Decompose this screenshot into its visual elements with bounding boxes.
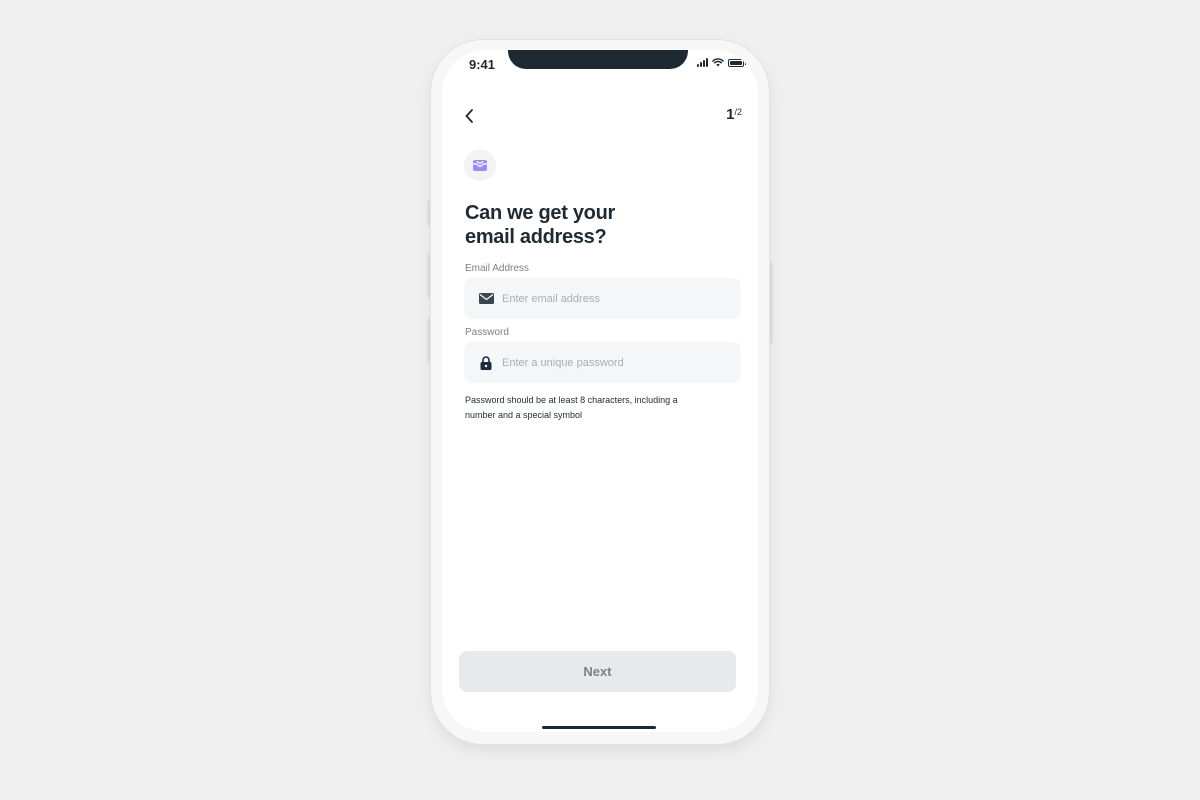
password-field[interactable] [464, 342, 741, 383]
email-label: Email Address [465, 263, 529, 274]
step-indicator: 1 /2 [726, 106, 742, 123]
mockup-stage: 9:41 1 /2 Can we get your email address?… [0, 0, 1200, 800]
password-hint-line1: Password should be at least 8 characters… [465, 395, 678, 405]
phone-notch [508, 50, 688, 69]
phone-mute-switch [427, 200, 430, 226]
battery-icon [728, 58, 746, 67]
password-input[interactable] [502, 356, 732, 369]
status-time: 9:41 [469, 57, 496, 72]
phone-volume-down [427, 318, 430, 364]
password-hint-line2: number and a special symbol [465, 410, 583, 420]
chevron-left-icon [465, 109, 473, 123]
page-title-line2: email address? [465, 226, 607, 248]
password-hint: Password should be at least 8 characters… [465, 393, 705, 423]
email-input[interactable] [502, 292, 732, 305]
wifi-icon [712, 58, 724, 67]
phone-power-button [770, 262, 773, 344]
phone-screen: 9:41 1 /2 Can we get your email address?… [442, 50, 758, 732]
next-button[interactable]: Next [459, 651, 736, 692]
mail-inbox-icon [473, 160, 487, 171]
phone-volume-up [427, 252, 430, 298]
lock-icon [478, 355, 494, 371]
home-indicator [542, 726, 656, 729]
step-current: 1 [726, 106, 735, 123]
email-field[interactable] [464, 278, 741, 319]
page-title: Can we get your email address? [465, 201, 665, 249]
cellular-signal-icon [697, 58, 708, 67]
password-label: Password [465, 327, 509, 338]
hero-badge [464, 149, 496, 181]
envelope-icon [478, 291, 494, 307]
status-icons [697, 58, 746, 67]
step-total: /2 [734, 107, 742, 117]
back-button[interactable] [458, 106, 480, 126]
page-title-line1: Can we get your [465, 202, 615, 224]
